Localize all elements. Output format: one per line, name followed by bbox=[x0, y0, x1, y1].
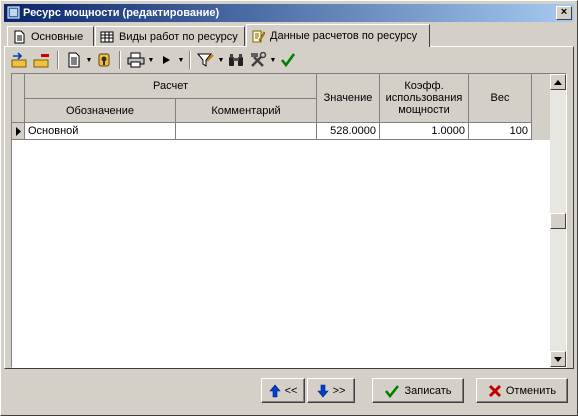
column-header-value[interactable]: Значение bbox=[317, 74, 380, 123]
tools-button[interactable] bbox=[247, 49, 269, 71]
save-label: Записать bbox=[404, 384, 452, 397]
toolbar-separator bbox=[57, 51, 59, 69]
grid-empty-area bbox=[12, 140, 550, 367]
table-icon bbox=[100, 31, 114, 42]
document-icon bbox=[14, 30, 25, 43]
run-button[interactable] bbox=[155, 49, 177, 71]
toolbar-separator bbox=[119, 51, 121, 69]
cell-designation[interactable]: Основной bbox=[25, 123, 176, 140]
print-dropdown-arrow[interactable]: ▼ bbox=[147, 49, 155, 71]
row-indicator[interactable] bbox=[12, 123, 25, 140]
scroll-down-button[interactable] bbox=[550, 351, 566, 367]
title-bar[interactable]: Ресурс мощности (редактирование) × bbox=[4, 4, 574, 22]
print-icon bbox=[127, 52, 145, 68]
scroll-thumb[interactable] bbox=[550, 213, 566, 229]
document-button[interactable] bbox=[63, 49, 85, 71]
tab-work-types-label: Виды работ по ресурсу bbox=[119, 30, 238, 43]
toolbar: ▼ ▼ ▼ ▼ ▼ bbox=[9, 48, 299, 72]
column-group-header-calc[interactable]: Расчет bbox=[25, 74, 317, 99]
edit-document-icon bbox=[252, 30, 265, 43]
checkmark-icon bbox=[385, 384, 400, 398]
previous-record-label: << bbox=[284, 384, 298, 397]
search-button[interactable] bbox=[225, 49, 247, 71]
lookup-button[interactable] bbox=[93, 49, 115, 71]
cell-coef[interactable]: 1.0000 bbox=[380, 123, 469, 140]
tab-panel: ▼ ▼ ▼ ▼ ▼ Расчет Обозначение Комментарий… bbox=[4, 46, 574, 369]
scroll-up-button[interactable] bbox=[550, 74, 566, 90]
close-icon: × bbox=[560, 6, 568, 18]
column-header-weight[interactable]: Вес bbox=[469, 74, 532, 123]
arrow-down-icon bbox=[554, 356, 562, 362]
grid-body: Расчет Обозначение Комментарий Значение … bbox=[12, 74, 550, 367]
arrow-down-icon bbox=[316, 384, 329, 397]
cancel-icon bbox=[488, 384, 501, 397]
filter-dropdown-arrow[interactable]: ▼ bbox=[217, 49, 225, 71]
tab-calc-data-label: Данные расчетов по ресурсу bbox=[270, 30, 418, 42]
tools-dropdown-arrow[interactable]: ▼ bbox=[269, 49, 277, 71]
document-dropdown-arrow[interactable]: ▼ bbox=[85, 49, 93, 71]
cancel-button[interactable]: Отменить bbox=[476, 378, 568, 403]
filter-button[interactable] bbox=[195, 49, 217, 71]
vertical-scrollbar[interactable] bbox=[550, 74, 566, 367]
cell-value[interactable]: 528.0000 bbox=[317, 123, 380, 140]
column-header-designation[interactable]: Обозначение bbox=[25, 99, 176, 123]
tools-icon bbox=[251, 52, 267, 67]
cancel-label: Отменить bbox=[505, 384, 557, 397]
delete-record-button[interactable] bbox=[31, 49, 53, 71]
filter-icon bbox=[197, 53, 214, 67]
dialog-window: Ресурс мощности (редактирование) × Основ… bbox=[0, 0, 578, 416]
save-button[interactable]: Записать bbox=[372, 378, 464, 403]
print-button[interactable] bbox=[125, 49, 147, 71]
tab-calc-data[interactable]: Данные расчетов по ресурсу bbox=[246, 24, 430, 47]
lookup-icon bbox=[98, 53, 110, 67]
next-record-button[interactable]: >> bbox=[307, 378, 355, 403]
tab-strip: Основные Виды работ по ресурсу Данные ра… bbox=[5, 24, 575, 47]
apply-button[interactable] bbox=[277, 49, 299, 71]
tab-work-types[interactable]: Виды работ по ресурсу bbox=[95, 26, 245, 46]
checkmark-icon bbox=[280, 53, 296, 68]
data-grid: Расчет Обозначение Комментарий Значение … bbox=[11, 73, 567, 368]
add-record-icon bbox=[11, 52, 27, 68]
add-record-button[interactable] bbox=[9, 49, 31, 71]
window-title: Ресурс мощности (редактирование) bbox=[23, 7, 220, 19]
arrow-up-icon bbox=[554, 79, 562, 85]
previous-record-button[interactable]: << bbox=[261, 378, 305, 403]
column-header-comment[interactable]: Комментарий bbox=[176, 99, 317, 123]
app-icon bbox=[7, 6, 20, 19]
row-indicator-header bbox=[12, 74, 25, 123]
binoculars-icon bbox=[229, 54, 243, 66]
current-row-arrow-icon bbox=[16, 127, 21, 136]
document-icon bbox=[68, 52, 80, 68]
tab-main-label: Основные bbox=[31, 30, 84, 43]
column-header-coef[interactable]: Коэфф. использования мощности bbox=[380, 74, 469, 123]
next-record-label: >> bbox=[332, 384, 346, 397]
toolbar-separator bbox=[189, 51, 191, 69]
tab-main[interactable]: Основные bbox=[7, 26, 94, 46]
run-dropdown-arrow[interactable]: ▼ bbox=[177, 49, 185, 71]
close-button[interactable]: × bbox=[556, 6, 572, 20]
delete-record-icon bbox=[33, 54, 49, 68]
arrow-up-icon bbox=[268, 384, 281, 397]
run-icon bbox=[163, 56, 170, 64]
cell-comment[interactable] bbox=[176, 123, 317, 140]
cell-weight[interactable]: 100 bbox=[469, 123, 532, 140]
